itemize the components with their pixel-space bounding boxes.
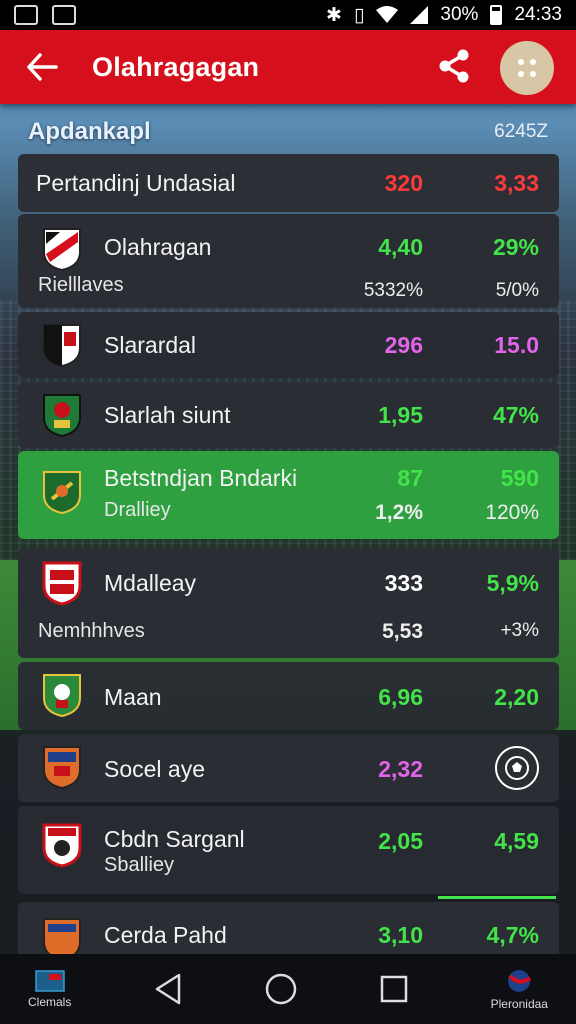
nav-back-button[interactable] bbox=[153, 972, 183, 1006]
list-item-selected[interactable]: Betstndjan Bndarki Dralliey 87 590 1,2% … bbox=[18, 451, 559, 539]
app-logo-icon bbox=[508, 969, 532, 992]
circle-home-icon bbox=[265, 973, 297, 1005]
value-1: 6,96 bbox=[378, 684, 423, 710]
team-subtitle: Rielllaves bbox=[38, 274, 124, 296]
bottom-navigation: Clemals Pleronidaa bbox=[0, 954, 576, 1024]
list-item[interactable]: Cerda Pahd 3,10 4,7% bbox=[18, 902, 559, 962]
subvalue-1: 1,2% bbox=[375, 501, 423, 524]
soccer-ball-icon bbox=[505, 756, 529, 780]
team-crest-icon bbox=[43, 746, 81, 790]
subvalue-1: 5,53 bbox=[382, 620, 423, 643]
app-bar: Olahragagan bbox=[0, 30, 576, 104]
list-item[interactable]: Slarlah siunt 1,95 47% bbox=[18, 382, 559, 448]
value-1: 3,10 bbox=[378, 922, 423, 948]
value-2: 47% bbox=[492, 402, 539, 428]
value-1: 4,40 bbox=[378, 234, 423, 260]
nav-app-left[interactable]: Clemals bbox=[28, 969, 72, 1009]
value-2: 4,7% bbox=[486, 922, 539, 948]
table-header-row: Pertandinj Undasial 320 3,33 bbox=[18, 154, 559, 212]
team-crest-icon bbox=[43, 471, 81, 515]
value-1: 333 bbox=[384, 570, 423, 596]
team-crest-icon bbox=[43, 674, 81, 718]
team-name: Cbdn Sarganl bbox=[104, 826, 245, 852]
value-2: 29% bbox=[492, 234, 539, 260]
triangle-back-icon bbox=[155, 973, 180, 1005]
back-button[interactable] bbox=[24, 49, 60, 85]
header-value-1: 320 bbox=[384, 170, 423, 196]
value-2: 590 bbox=[500, 465, 539, 491]
subvalue-2: 120% bbox=[485, 501, 539, 524]
team-name: Slarardal bbox=[104, 332, 197, 358]
value-2: 5,9% bbox=[486, 570, 539, 596]
subvalue-2: 5/0% bbox=[495, 280, 539, 301]
list-item[interactable]: Mdalleay Nemhhhves 333 5,9% 5,53 +3% bbox=[18, 548, 559, 658]
value-1: 296 bbox=[384, 332, 423, 358]
list-item[interactable]: Socel aye 2,32 bbox=[18, 734, 559, 802]
team-name: Mdalleay bbox=[104, 570, 197, 596]
clock: 24:33 bbox=[514, 4, 562, 25]
app-notification-icon bbox=[52, 5, 76, 25]
section-header: Apdankapl 6245Z bbox=[28, 116, 548, 148]
subvalue-2: +3% bbox=[500, 620, 539, 641]
header-label: Pertandinj Undasial bbox=[36, 170, 236, 196]
nav-home-button[interactable] bbox=[264, 972, 298, 1006]
bluetooth-icon: ✱ bbox=[326, 4, 342, 26]
value-1: 2,05 bbox=[378, 828, 423, 854]
team-crest-icon bbox=[43, 394, 81, 438]
list-item[interactable]: Maan 6,96 2,20 bbox=[18, 662, 559, 730]
dots-grid-icon bbox=[518, 59, 536, 77]
team-subtitle: Dralliey bbox=[104, 499, 171, 521]
value-1: 87 bbox=[397, 465, 423, 491]
value-1: 2,32 bbox=[378, 756, 423, 782]
team-name: Socel aye bbox=[104, 756, 206, 782]
app-thumbnail-icon bbox=[34, 969, 65, 992]
team-name: Slarlah siunt bbox=[104, 402, 231, 428]
team-name: Olahragan bbox=[104, 234, 212, 260]
more-options-button[interactable] bbox=[500, 41, 554, 95]
team-name: Betstndjan Bndarki bbox=[104, 465, 298, 491]
page-title: Olahragagan bbox=[92, 51, 260, 82]
nav-left-label: Clemals bbox=[28, 994, 72, 1009]
team-crest-icon bbox=[42, 561, 82, 606]
value-2: 2,20 bbox=[494, 684, 539, 710]
square-recents-icon bbox=[381, 975, 408, 1003]
wifi-icon bbox=[376, 6, 399, 23]
list-item[interactable]: Olahragan Rielllaves 4,40 29% 5332% 5/0% bbox=[18, 214, 559, 308]
section-code: 6245Z bbox=[494, 121, 548, 142]
status-bar: ✱ ▯ 30% 24:33 bbox=[0, 0, 576, 30]
team-name: Maan bbox=[104, 684, 162, 710]
share-icon bbox=[439, 49, 469, 83]
team-crest-icon bbox=[42, 823, 82, 868]
value-2: 4,59 bbox=[494, 828, 539, 854]
team-crest-icon bbox=[43, 228, 81, 272]
list-item[interactable]: Cbdn Sarganl Sballiey 2,05 4,59 bbox=[18, 806, 559, 894]
section-title: Apdankapl bbox=[28, 118, 151, 145]
arrow-left-icon bbox=[27, 53, 58, 81]
green-underline bbox=[438, 896, 556, 899]
team-name: Cerda Pahd bbox=[104, 922, 227, 948]
vibrate-icon: ▯ bbox=[353, 4, 365, 26]
team-crest-icon bbox=[43, 324, 81, 368]
header-value-2: 3,33 bbox=[494, 170, 539, 196]
nav-app-right[interactable]: Pleronidaa bbox=[491, 968, 548, 1011]
signal-icon bbox=[410, 6, 429, 24]
battery-icon bbox=[490, 5, 503, 25]
team-subtitle: Sballiey bbox=[104, 854, 175, 876]
subvalue-1: 5332% bbox=[363, 280, 423, 301]
share-button[interactable] bbox=[436, 48, 472, 84]
value-1: 1,95 bbox=[378, 402, 423, 428]
value-2: 15.0 bbox=[494, 332, 539, 358]
nav-right-label: Pleronidaa bbox=[490, 996, 548, 1011]
nav-recents-button[interactable] bbox=[379, 974, 409, 1004]
gallery-notification-icon bbox=[14, 5, 38, 25]
team-subtitle: Nemhhhves bbox=[38, 620, 145, 642]
ball-toggle-button[interactable] bbox=[495, 746, 539, 790]
battery-percent: 30% bbox=[440, 4, 479, 25]
list-item[interactable]: Slarardal 296 15.0 bbox=[18, 312, 559, 378]
